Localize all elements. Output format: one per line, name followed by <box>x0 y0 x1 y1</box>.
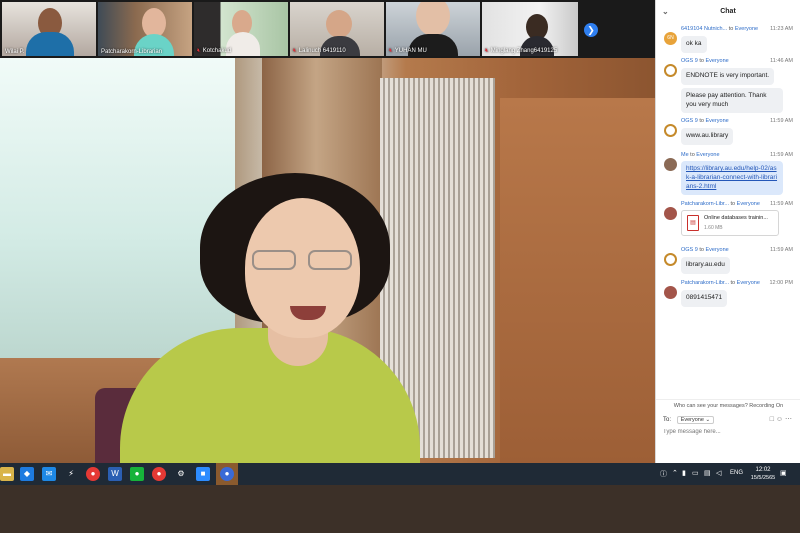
chevron-up-icon[interactable]: ⌃ <box>672 469 678 477</box>
avatar <box>664 64 677 77</box>
window-background <box>0 58 235 358</box>
help-icon[interactable]: ⓘ <box>660 469 667 479</box>
mail-icon[interactable]: ✉ <box>42 467 56 481</box>
message-time: 11:59 AM <box>770 247 793 253</box>
participant-thumbnail-strip: Wilai P. Patcharakorn-Librarian 🔇︎ Kotcha… <box>0 0 655 58</box>
participant-name-label: 🔇︎ YUHAN MU <box>389 48 427 54</box>
microphone-icon[interactable]: ▮ <box>682 469 686 477</box>
speaker-glasses <box>252 250 360 272</box>
recipient-select[interactable]: Everyone ⌄ <box>676 416 715 424</box>
participant-tile-3[interactable]: 🔇︎ Kotchakud <box>194 2 288 56</box>
participant-face <box>326 10 352 38</box>
clock-time[interactable]: 12:02 <box>752 467 774 473</box>
chat-message: Patcharakorn-Libr... to Everyone 12:00 P… <box>664 280 799 307</box>
file-attachment[interactable]: ▤ Online databases trainin... 1.60 MB <box>681 210 779 236</box>
avatar <box>664 253 677 266</box>
participant-name-label: 🔇︎ Lalinuch 6419110 <box>293 48 346 54</box>
chat-message: Patcharakorn-Libr... to Everyone 11:59 A… <box>664 201 799 236</box>
mic-muted-icon: 🔇︎ <box>197 48 201 54</box>
message-bubble: www.au.library <box>681 128 734 145</box>
chat-recipient-row: To: Everyone ⌄ <box>663 416 715 424</box>
message-time: 11:46 AM <box>770 58 793 64</box>
zoom-icon[interactable]: ■ <box>196 467 210 481</box>
message-bubble: ok ka <box>681 36 707 53</box>
chat-message: OGS 9 to Everyone 11:59 AM library.au.ed… <box>664 247 799 274</box>
more-icon[interactable]: ⋯ <box>785 416 792 423</box>
chat-message: Me to Everyone 11:59 AM https://library.… <box>664 152 799 196</box>
desktop-background <box>0 485 800 533</box>
app-icon: ● <box>220 467 234 481</box>
language-indicator[interactable]: ENG <box>730 470 743 476</box>
message-bubble: Please pay attention. Thank you very muc… <box>681 87 783 114</box>
notification-icon[interactable]: ▣ <box>780 469 787 477</box>
word-icon[interactable]: W <box>108 467 122 481</box>
avatar: 6N <box>664 32 677 45</box>
chat-title: Chat <box>720 8 736 15</box>
chevron-down-icon[interactable]: ⌄ <box>662 0 669 24</box>
chat-message: 6N 6419104 Nutnich... to Everyone 11:23 … <box>664 26 799 53</box>
active-app-highlight[interactable]: ● <box>216 463 238 485</box>
message-time: 11:59 AM <box>770 152 793 158</box>
message-bubble: 0891415471 <box>681 290 728 307</box>
wooden-door <box>500 98 655 463</box>
emoji-icon[interactable]: ☺ <box>776 416 783 423</box>
message-visibility-note[interactable]: Who can see your messages? Recording On <box>656 399 800 409</box>
clock-date[interactable]: 15/5/2565 <box>748 475 778 481</box>
gear-icon[interactable]: ⚙ <box>174 467 188 481</box>
avatar <box>664 286 677 299</box>
lightning-icon[interactable]: ⚡︎ <box>64 467 78 481</box>
pdf-file-icon: ▤ <box>687 215 699 231</box>
chrome-icon[interactable]: ● <box>86 467 100 481</box>
participant-name-label: 🔇︎ Kotchakud <box>197 48 232 54</box>
avatar <box>664 158 677 171</box>
message-time: 12:00 PM <box>769 280 793 286</box>
message-time: 11:59 AM <box>770 201 793 207</box>
participant-tile-6[interactable]: 🔇︎ Minglang Zhang6419125 <box>482 2 578 56</box>
participant-name-label: Patcharakorn-Librarian <box>101 49 163 55</box>
message-bubble: library.au.edu <box>681 257 730 274</box>
chat-message: OGS 9 to Everyone 11:46 AM ENDNOTE is ve… <box>664 58 799 114</box>
participant-tile-5[interactable]: 🔇︎ YUHAN MU <box>386 2 480 56</box>
line-icon[interactable]: ● <box>130 467 144 481</box>
active-speaker-video <box>0 58 655 463</box>
windows-taskbar: ▬ ◆ ✉ ⚡︎ ● W ● ● ⚙ ■ ● ⓘ ⌃ ▮ ▭ ▤ ◁ ENG ▣ <box>0 463 800 485</box>
message-link[interactable]: https://library.au.edu/help-02/ask-a-lib… <box>681 161 783 196</box>
system-tray: ⓘ ⌃ ▮ ▭ ▤ ◁ ENG ▣ <box>656 463 796 485</box>
participant-name-label: Wilai P. <box>5 49 25 55</box>
avatar <box>664 207 677 220</box>
battery-icon[interactable]: ▭ <box>692 469 699 477</box>
chat-tools: □ ☺ ⋯ <box>770 415 792 423</box>
volume-icon[interactable]: ◁ <box>716 469 721 477</box>
chat-message: OGS 9 to Everyone 11:59 AM www.au.librar… <box>664 118 799 145</box>
chat-panel: ⌄ Chat 6N 6419104 Nutnich... to Everyone… <box>655 0 800 463</box>
chat-message-input[interactable] <box>663 429 793 435</box>
participant-tile-2[interactable]: Patcharakorn-Librarian <box>98 2 192 56</box>
next-page-arrow-icon[interactable]: ❯ <box>584 23 598 37</box>
network-icon[interactable]: ▤ <box>704 469 711 477</box>
participant-tile-4[interactable]: 🔇︎ Lalinuch 6419110 <box>290 2 384 56</box>
zoom-window: Wilai P. Patcharakorn-Librarian 🔇︎ Kotcha… <box>0 0 800 533</box>
avatar <box>664 124 677 137</box>
message-bubble: ENDNOTE is very important. <box>681 68 775 85</box>
dropbox-icon[interactable]: ◆ <box>20 467 34 481</box>
to-label: To: <box>663 417 672 423</box>
chat-header: ⌄ Chat <box>656 0 800 24</box>
file-size: 1.60 MB <box>704 225 723 231</box>
video-area: Wilai P. Patcharakorn-Librarian 🔇︎ Kotcha… <box>0 0 655 463</box>
participant-name-label: 🔇︎ Minglang Zhang6419125 <box>485 48 558 54</box>
mic-muted-icon: 🔇︎ <box>293 48 297 54</box>
mic-muted-icon: 🔇︎ <box>389 48 393 54</box>
mic-muted-icon: 🔇︎ <box>485 48 489 54</box>
message-time: 11:59 AM <box>770 118 793 124</box>
chrome-icon[interactable]: ● <box>152 467 166 481</box>
file-name: Online databases trainin... <box>704 215 768 221</box>
message-time: 11:23 AM <box>770 26 793 32</box>
participant-tile-1[interactable]: Wilai P. <box>2 2 96 56</box>
file-icon[interactable]: □ <box>770 416 774 423</box>
file-explorer-icon[interactable]: ▬ <box>0 467 14 481</box>
